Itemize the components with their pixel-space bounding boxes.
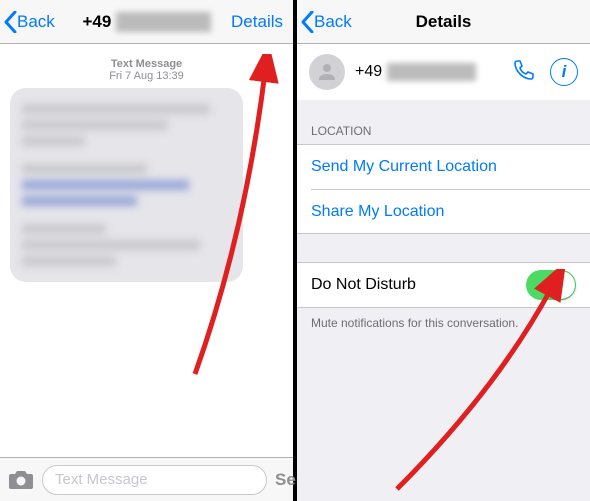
details-body: +49 0000000000 i LOCATION Send My Curren…	[297, 44, 590, 501]
contact-row[interactable]: +49 0000000000 i	[297, 44, 590, 100]
messages-conversation-screen: Back +49 0000000000 Details Text Message…	[0, 0, 293, 501]
contact-number: +49 0000000000	[355, 63, 512, 81]
dnd-label: Do Not Disturb	[311, 276, 416, 294]
send-location-button[interactable]: Send My Current Location	[297, 145, 590, 189]
phone-icon	[512, 58, 536, 82]
location-group: Send My Current Location Share My Locati…	[297, 144, 590, 234]
avatar	[309, 54, 345, 90]
info-button[interactable]: i	[550, 58, 578, 86]
dnd-toggle[interactable]	[526, 270, 576, 300]
message-bubble[interactable]	[10, 88, 243, 282]
nav-bar: Back Details	[297, 0, 590, 44]
nav-bar: Back +49 0000000000 Details	[0, 0, 293, 44]
dnd-group: Do Not Disturb	[297, 262, 590, 308]
back-button[interactable]: Back	[0, 11, 55, 33]
section-header-location: LOCATION	[297, 100, 590, 144]
camera-icon[interactable]	[8, 470, 34, 490]
toggle-knob	[547, 271, 575, 299]
info-icon: i	[562, 62, 567, 82]
call-button[interactable]	[512, 58, 536, 87]
chevron-left-icon	[301, 11, 314, 33]
dnd-row: Do Not Disturb	[297, 263, 590, 307]
person-icon	[315, 60, 339, 84]
message-timestamp: Text MessageFri 7 Aug 13:39	[0, 58, 293, 82]
share-location-button[interactable]: Share My Location	[311, 189, 590, 233]
conversation-details-screen: Back Details +49 0000000000 i LOCATION	[297, 0, 590, 501]
back-button[interactable]: Back	[297, 11, 352, 33]
message-input[interactable]	[42, 465, 267, 495]
back-label: Back	[314, 12, 352, 32]
conversation-body: Text MessageFri 7 Aug 13:39	[0, 44, 293, 457]
compose-bar: Send	[0, 457, 293, 501]
contact-actions: i	[512, 58, 578, 87]
back-label: Back	[17, 12, 55, 32]
chevron-left-icon	[4, 11, 17, 33]
dnd-hint: Mute notifications for this conversation…	[297, 308, 590, 338]
details-button[interactable]: Details	[231, 12, 293, 32]
